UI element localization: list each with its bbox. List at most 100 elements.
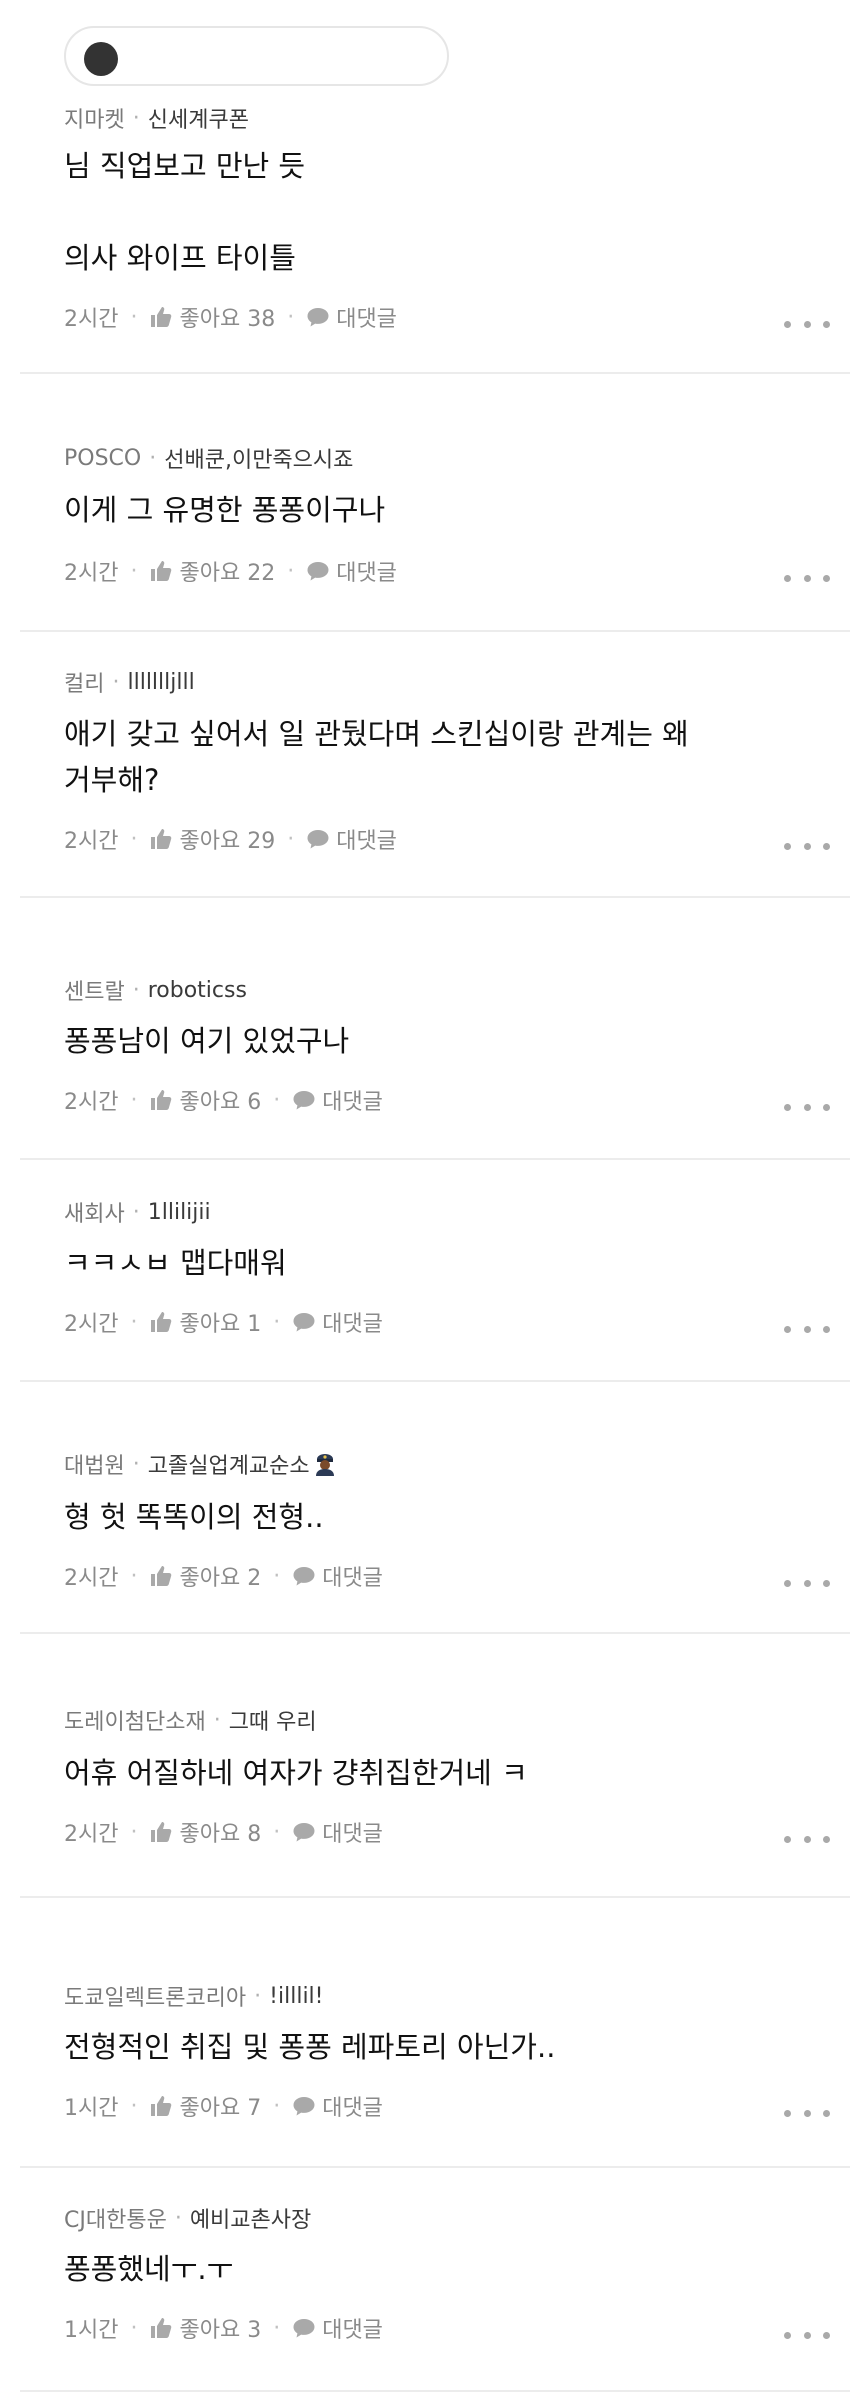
- reply-button[interactable]: 대댓글: [306, 301, 397, 333]
- more-dot-icon: [803, 1103, 811, 1111]
- action-separator: ·: [273, 2093, 281, 2119]
- action-separator: ·: [130, 2315, 138, 2341]
- like-button[interactable]: 좋아요 7: [149, 2090, 261, 2122]
- author-nickname[interactable]: 신세계쿠폰: [148, 102, 249, 134]
- action-separator: ·: [273, 1819, 281, 1845]
- thumbs-up-icon: [149, 1565, 173, 1587]
- author-nickname[interactable]: 1llilijii: [148, 1200, 211, 1225]
- author-nickname[interactable]: 고졸실업계교순소: [148, 1448, 310, 1480]
- like-count-label: 좋아요 7: [179, 2096, 262, 2121]
- speech-bubble-icon: [306, 560, 330, 582]
- comment-meta: 도레이첨단소재 · 그때 우리: [64, 1702, 317, 1738]
- reply-button[interactable]: 대댓글: [292, 1560, 383, 1592]
- author-company[interactable]: 지마켓: [64, 102, 125, 134]
- comment-divider: [20, 630, 850, 632]
- more-options-button[interactable]: [784, 1092, 830, 1122]
- reply-button[interactable]: 대댓글: [306, 823, 397, 855]
- more-dot-icon: [784, 842, 791, 850]
- more-options-button[interactable]: [784, 1568, 830, 1598]
- reply-label: 대댓글: [322, 1312, 383, 1337]
- more-options-button[interactable]: [784, 831, 830, 861]
- like-button[interactable]: 좋아요 3: [149, 2312, 261, 2344]
- comment-meta: 센트랄 · roboticss: [64, 972, 247, 1008]
- like-count-label: 좋아요 8: [179, 1822, 262, 1847]
- thumbs-up-icon: [149, 1311, 173, 1333]
- meta-separator: ·: [132, 977, 140, 1003]
- action-separator: ·: [273, 1309, 281, 1335]
- reply-button[interactable]: 대댓글: [306, 555, 397, 587]
- more-options-button[interactable]: [784, 563, 830, 593]
- more-dot-icon: [823, 2109, 830, 2117]
- comment-time: 2시간: [64, 1090, 119, 1115]
- comment-actions: 2시간 · 좋아요 29 · 대댓글: [64, 821, 397, 857]
- comment-meta: 새회사 · 1llilijii: [64, 1194, 211, 1230]
- reply-label: 대댓글: [322, 1090, 383, 1115]
- reply-label: 대댓글: [322, 2318, 383, 2343]
- comment-divider: [20, 2390, 850, 2392]
- comment-meta: POSCO · 선배쿤,이만죽으시죠: [64, 440, 353, 476]
- reply-label: 대댓글: [336, 307, 397, 332]
- author-company[interactable]: POSCO: [64, 446, 141, 471]
- speech-bubble-icon: [292, 1311, 316, 1333]
- more-dot-icon: [823, 1103, 830, 1111]
- author-company[interactable]: 새회사: [64, 1196, 125, 1228]
- like-button[interactable]: 좋아요 29: [149, 823, 275, 855]
- comment-actions: 1시간 · 좋아요 3 · 대댓글: [64, 2310, 383, 2346]
- reply-button[interactable]: 대댓글: [292, 2090, 383, 2122]
- author-company[interactable]: CJ대한통운: [64, 2202, 167, 2234]
- like-count-label: 좋아요 6: [179, 1090, 262, 1115]
- author-nickname[interactable]: !illlil!: [269, 1984, 323, 2009]
- more-dot-icon: [784, 320, 791, 328]
- author-company[interactable]: 대법원: [64, 1448, 125, 1480]
- more-options-button[interactable]: [784, 309, 830, 339]
- comment-actions: 2시간 · 좋아요 2 · 대댓글: [64, 1558, 383, 1594]
- author-company[interactable]: 도쿄일렉트론코리아: [64, 1980, 246, 2012]
- more-options-button[interactable]: [784, 1314, 830, 1344]
- author-nickname[interactable]: 선배쿤,이만죽으시죠: [164, 442, 353, 474]
- like-button[interactable]: 좋아요 1: [149, 1306, 261, 1338]
- more-dot-icon: [823, 1325, 830, 1333]
- comment-text: 애기 갖고 싶어서 일 관뒀다며 스킨십이랑 관계는 왜 거부해?: [64, 717, 689, 797]
- author-nickname[interactable]: 그때 우리: [229, 1704, 317, 1736]
- more-dot-icon: [803, 2331, 811, 2339]
- comment-time: 1시간: [64, 2096, 119, 2121]
- like-button[interactable]: 좋아요 38: [149, 301, 275, 333]
- author-company[interactable]: 센트랄: [64, 974, 125, 1006]
- comment-time: 1시간: [64, 2318, 119, 2343]
- author-nickname[interactable]: roboticss: [148, 978, 247, 1003]
- like-button[interactable]: 좋아요 22: [149, 555, 275, 587]
- comment-divider: [20, 1632, 850, 1634]
- like-button[interactable]: 좋아요 2: [149, 1560, 261, 1592]
- more-dot-icon: [784, 2109, 791, 2117]
- meta-separator: ·: [174, 2205, 182, 2231]
- like-button[interactable]: 좋아요 8: [149, 1816, 261, 1848]
- more-dot-icon: [803, 320, 811, 328]
- author-nickname[interactable]: 예비교촌사장: [190, 2202, 311, 2234]
- more-options-button[interactable]: [784, 2320, 830, 2350]
- more-dot-icon: [803, 1835, 811, 1843]
- thumbs-up-icon: [149, 306, 173, 328]
- comment-time: 2시간: [64, 1822, 119, 1847]
- more-dot-icon: [803, 1579, 811, 1587]
- avatar: [84, 42, 118, 76]
- like-button[interactable]: 좋아요 6: [149, 1084, 261, 1116]
- author-company[interactable]: 컬리: [64, 666, 104, 698]
- more-dot-icon: [803, 2109, 811, 2117]
- more-options-button[interactable]: [784, 1824, 830, 1854]
- comment-actions: 1시간 · 좋아요 7 · 대댓글: [64, 2088, 383, 2124]
- like-count-label: 좋아요 2: [179, 1566, 262, 1591]
- comment-actions: 2시간 · 좋아요 22 · 대댓글: [64, 553, 397, 589]
- reply-label: 대댓글: [322, 1566, 383, 1591]
- action-separator: ·: [287, 304, 295, 330]
- reply-button[interactable]: 대댓글: [292, 1306, 383, 1338]
- reply-button[interactable]: 대댓글: [292, 1816, 383, 1848]
- author-nickname[interactable]: llllllljlll: [127, 670, 194, 695]
- author-company[interactable]: 도레이첨단소재: [64, 1704, 206, 1736]
- reply-button[interactable]: 대댓글: [292, 1084, 383, 1116]
- reply-button[interactable]: 대댓글: [292, 2312, 383, 2344]
- speech-bubble-icon: [292, 1821, 316, 1843]
- speech-bubble-icon: [292, 2095, 316, 2117]
- more-options-button[interactable]: [784, 2098, 830, 2128]
- action-separator: ·: [130, 826, 138, 852]
- comment-meta: 지마켓 · 신세계쿠폰: [64, 100, 249, 136]
